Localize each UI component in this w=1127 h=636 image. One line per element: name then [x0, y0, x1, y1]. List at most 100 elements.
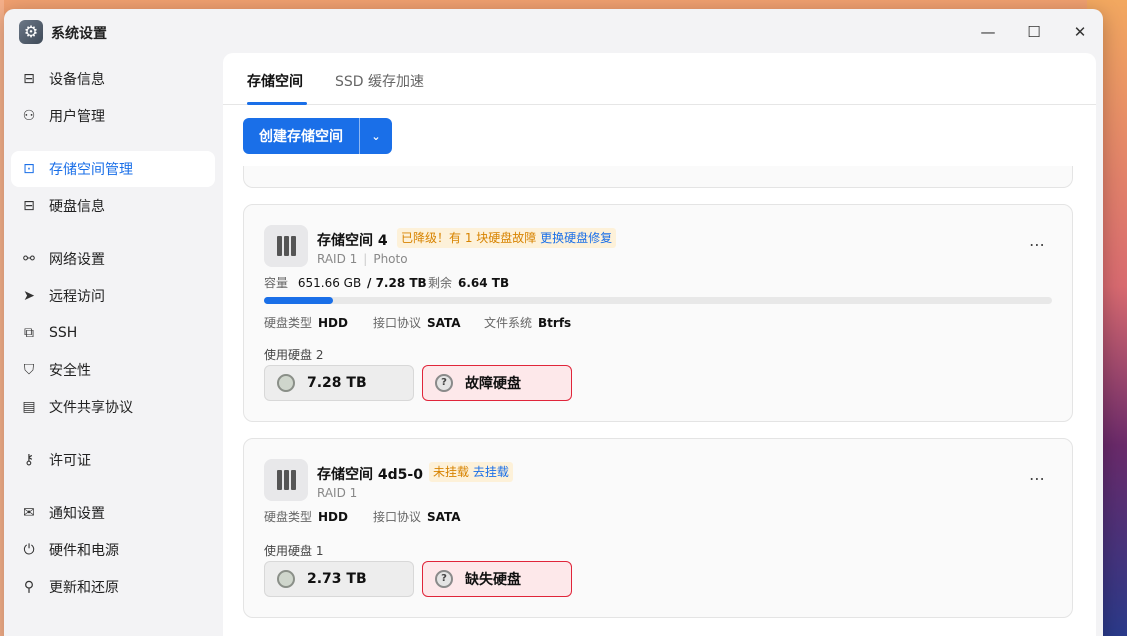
interface-label: 接口协议 — [373, 510, 422, 524]
raid-level: RAID 1 — [317, 252, 358, 266]
disk-item[interactable]: 7.28 TB — [264, 365, 414, 401]
storage-card: 存储空间 4d5-0 未挂载 去挂载 ⋯ RAID 1 硬盘类型 HDD 接口协议… — [243, 438, 1073, 618]
settings-window: ⚙ 系统设置 — ☐ ✕ ⊟ 设备信息 ⚇ 用户管理 ⊡ 存储空间管理 ⊟ 硬盘… — [4, 9, 1103, 636]
free-label: 剩余 — [428, 276, 453, 290]
sidebar-item-file-share[interactable]: ▤ 文件共享协议 — [11, 389, 215, 425]
storage-subtitle: RAID 1 | Photo — [317, 252, 408, 266]
mount-link[interactable]: 去挂载 — [473, 465, 509, 479]
maximize-icon[interactable]: ☐ — [1022, 20, 1046, 44]
sidebar-item-update-restore[interactable]: ⚲ 更新和还原 — [11, 569, 215, 605]
sidebar-item-label: 通知设置 — [49, 506, 105, 522]
status-warning-text: 已降级！有 1 块硬盘故障 — [401, 231, 537, 245]
chevron-down-icon[interactable]: ⌄ — [360, 130, 392, 143]
window-title: 系统设置 — [51, 26, 107, 42]
rocket-icon: ⚲ — [23, 579, 35, 595]
sidebar-item-license[interactable]: ⚷ 许可证 — [11, 442, 215, 478]
capacity-progress-fill — [264, 297, 334, 304]
used-disks-label: 使用硬盘 2 — [264, 348, 324, 362]
hard-disk-icon — [277, 374, 295, 392]
interface-info: 接口协议 SATA — [373, 314, 461, 331]
main-panel: 存储空间 SSD 缓存加速 创建存储空间 ⌄ 存储空间 4 已降级！有 1 块硬… — [223, 53, 1096, 636]
sidebar-item-security[interactable]: ⛉ 安全性 — [11, 352, 215, 388]
sidebar-item-device-info[interactable]: ⊟ 设备信息 — [11, 61, 215, 97]
sidebar-item-label: 硬盘信息 — [49, 199, 105, 215]
capacity-progress-bar — [264, 297, 1052, 304]
disk-type-value: HDD — [318, 316, 348, 330]
shield-icon: ⛉ — [23, 362, 35, 378]
power-icon: ⏻ — [23, 542, 35, 558]
ssh-icon: ⧉ — [24, 325, 34, 341]
failed-disk-item[interactable]: ? 故障硬盘 — [422, 365, 572, 401]
storage-card-partial — [243, 166, 1073, 188]
disk-item[interactable]: 2.73 TB — [264, 561, 414, 597]
missing-disk-item[interactable]: ? 缺失硬盘 — [422, 561, 572, 597]
tab-storage[interactable]: 存储空间 — [247, 71, 303, 91]
server-icon — [264, 459, 308, 501]
remote-icon: ➤ — [23, 288, 35, 304]
sidebar-item-label: 许可证 — [49, 453, 91, 469]
server-icon — [264, 225, 308, 267]
sidebar-item-label: 文件共享协议 — [49, 400, 133, 416]
mail-icon: ✉ — [23, 505, 35, 521]
capacity-total: / 7.28 TB — [367, 276, 427, 290]
sidebar-item-storage[interactable]: ⊡ 存储空间管理 — [11, 151, 215, 187]
interface-label: 接口协议 — [373, 316, 422, 330]
sidebar-item-label: 网络设置 — [49, 252, 105, 268]
sidebar-item-label: 存储空间管理 — [49, 162, 133, 178]
disk-type-label: 硬盘类型 — [264, 316, 313, 330]
capacity-label: 容量 — [264, 276, 289, 290]
disk-size: 2.73 TB — [307, 571, 367, 587]
sidebar-item-notifications[interactable]: ✉ 通知设置 — [11, 495, 215, 531]
sidebar-item-label: 设备信息 — [49, 72, 105, 88]
disk-type-value: HDD — [318, 510, 348, 524]
active-tab-indicator — [247, 102, 307, 105]
storage-title: 存储空间 4d5-0 — [317, 467, 423, 483]
sidebar-item-remote[interactable]: ➤ 远程访问 — [11, 278, 215, 314]
tab-ssd-cache[interactable]: SSD 缓存加速 — [335, 71, 424, 91]
sidebar-item-disk-info[interactable]: ⊟ 硬盘信息 — [11, 188, 215, 224]
storage-tag: Photo — [373, 252, 408, 266]
status-badge: 未挂载 去挂载 — [429, 462, 513, 482]
sidebar-item-label: 用户管理 — [49, 109, 105, 125]
sidebar-item-label: SSH — [49, 325, 78, 341]
user-icon: ⚇ — [22, 108, 36, 124]
more-options-icon[interactable]: ⋯ — [1029, 235, 1046, 254]
disk-type-label: 硬盘类型 — [264, 510, 313, 524]
replace-disk-link[interactable]: 更换硬盘修复 — [540, 231, 612, 245]
minimize-icon[interactable]: — — [976, 20, 1000, 44]
title-bar[interactable]: ⚙ 系统设置 — ☐ ✕ — [4, 9, 1103, 53]
gear-icon: ⚙ — [19, 20, 43, 44]
status-warning-text: 未挂载 — [433, 465, 470, 479]
capacity-used: 651.66 GB — [297, 276, 362, 290]
sidebar-item-label: 远程访问 — [49, 289, 105, 305]
interface-value: SATA — [427, 510, 461, 524]
storage-title: 存储空间 4 — [317, 233, 388, 249]
disk-type-info: 硬盘类型 HDD — [264, 314, 348, 331]
interface-value: SATA — [427, 316, 461, 330]
unknown-disk-icon: ? — [435, 570, 453, 588]
network-icon: ⚯ — [23, 251, 35, 267]
sidebar-item-users[interactable]: ⚇ 用户管理 — [11, 98, 215, 134]
tab-bar: 存储空间 SSD 缓存加速 — [223, 53, 1096, 105]
sidebar-item-ssh[interactable]: ⧉ SSH — [11, 315, 215, 351]
status-badge: 已降级！有 1 块硬盘故障 更换硬盘修复 — [397, 228, 617, 248]
more-options-icon[interactable]: ⋯ — [1029, 469, 1046, 488]
sidebar-item-network[interactable]: ⚯ 网络设置 — [11, 241, 215, 277]
filesystem-info: 文件系统 Btrfs — [484, 314, 571, 331]
used-disks-label: 使用硬盘 1 — [264, 544, 324, 558]
storage-icon: ⊡ — [23, 161, 35, 177]
storage-card: 存储空间 4 已降级！有 1 块硬盘故障 更换硬盘修复 ⋯ RAID 1 | Pho… — [243, 204, 1073, 422]
sidebar-item-hardware-power[interactable]: ⏻ 硬件和电源 — [11, 532, 215, 568]
filesystem-value: Btrfs — [538, 316, 572, 330]
sidebar-item-label: 硬件和电源 — [49, 543, 119, 559]
free-value: 6.64 TB — [458, 276, 510, 290]
sidebar-item-label: 更新和还原 — [49, 580, 119, 596]
free-info: 剩余 6.64 TB — [428, 274, 509, 291]
file-share-icon: ▤ — [22, 399, 36, 415]
failed-disk-label: 故障硬盘 — [465, 376, 521, 392]
create-storage-button[interactable]: 创建存储空间 ⌄ — [243, 118, 392, 154]
hard-disk-icon — [277, 570, 295, 588]
capacity-info: 容量 651.66 GB / 7.28 TB — [264, 274, 427, 291]
raid-level: RAID 1 — [317, 486, 358, 500]
close-icon[interactable]: ✕ — [1068, 20, 1092, 44]
